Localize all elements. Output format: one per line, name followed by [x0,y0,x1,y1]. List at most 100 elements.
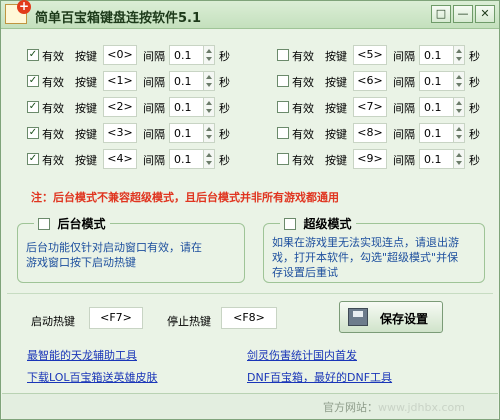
right-enabled-checkbox[interactable] [277,127,289,139]
background-mode-checkbox[interactable] [38,218,50,230]
interval-value: 0.1 [424,49,442,62]
left-interval-spinner[interactable]: 0.1 [169,71,215,91]
arrow-down-icon[interactable] [206,57,212,61]
arrow-down-icon[interactable] [206,135,212,139]
right-interval-spinner[interactable]: 0.1 [419,45,465,65]
arrow-up-icon[interactable] [456,127,462,131]
right-interval-spinner[interactable]: 0.1 [419,123,465,143]
key-label: 按键 [75,154,97,167]
enabled-label: 有效 [292,154,314,167]
arrow-up-icon[interactable] [206,75,212,79]
interval-label: 间隔 [393,154,415,167]
arrow-down-icon[interactable] [206,109,212,113]
arrow-down-icon[interactable] [456,109,462,113]
right-enabled-checkbox[interactable] [277,153,289,165]
spinner-arrows-icon[interactable] [203,98,214,116]
arrow-up-icon[interactable] [206,127,212,131]
title-bar[interactable]: + 简单百宝箱键盘连按软件5.1 □ — ✕ [1,0,499,29]
spinner-arrows-icon[interactable] [203,124,214,142]
stop-hotkey-field[interactable]: <F8> [221,307,277,329]
key-label: 按键 [325,128,347,141]
left-interval-spinner[interactable]: 0.1 [169,97,215,117]
start-hotkey-label: 启动热键 [31,315,75,328]
arrow-down-icon[interactable] [456,161,462,165]
close-button[interactable]: ✕ [475,5,495,23]
interval-label: 间隔 [143,154,165,167]
spinner-arrows-icon[interactable] [203,72,214,90]
stop-hotkey-label: 停止热键 [167,315,211,328]
interval-label: 间隔 [393,76,415,89]
right-key-field[interactable]: <7> [353,97,387,117]
arrow-down-icon[interactable] [206,161,212,165]
interval-value: 0.1 [424,153,442,166]
restore-button[interactable]: □ [431,5,451,23]
left-row: ✓ 有效 按键 <1> 间隔 0.1 秒 [27,71,237,91]
spinner-arrows-icon[interactable] [453,124,464,142]
arrow-up-icon[interactable] [456,101,462,105]
save-settings-button[interactable]: 保存设置 [339,301,443,333]
left-enabled-checkbox[interactable]: ✓ [27,101,39,113]
enabled-label: 有效 [42,76,64,89]
seconds-label: 秒 [469,76,480,89]
spinner-arrows-icon[interactable] [453,46,464,64]
right-key-field[interactable]: <9> [353,149,387,169]
left-key-field[interactable]: <1> [103,71,137,91]
left-interval-spinner[interactable]: 0.1 [169,149,215,169]
link-lol-box[interactable]: 下载LOL百宝箱送英雄皮肤 [27,369,158,385]
spinner-arrows-icon[interactable] [203,150,214,168]
arrow-down-icon[interactable] [206,83,212,87]
spinner-arrows-icon[interactable] [453,150,464,168]
seconds-label: 秒 [469,154,480,167]
left-row: ✓ 有效 按键 <2> 间隔 0.1 秒 [27,97,237,117]
arrow-down-icon[interactable] [456,57,462,61]
right-interval-spinner[interactable]: 0.1 [419,149,465,169]
left-key-field[interactable]: <4> [103,149,137,169]
right-interval-spinner[interactable]: 0.1 [419,97,465,117]
left-enabled-checkbox[interactable]: ✓ [27,127,39,139]
left-enabled-checkbox[interactable]: ✓ [27,153,39,165]
arrow-up-icon[interactable] [456,153,462,157]
arrow-up-icon[interactable] [206,49,212,53]
minimize-button[interactable]: — [453,5,473,23]
interval-value: 0.1 [424,75,442,88]
link-tianlong-tool[interactable]: 最智能的天龙辅助工具 [27,347,137,363]
enabled-label: 有效 [292,128,314,141]
spinner-arrows-icon[interactable] [203,46,214,64]
arrow-up-icon[interactable] [456,75,462,79]
arrow-up-icon[interactable] [456,49,462,53]
enabled-label: 有效 [42,128,64,141]
spinner-arrows-icon[interactable] [453,98,464,116]
right-key-field[interactable]: <6> [353,71,387,91]
start-hotkey-field[interactable]: <F7> [89,307,143,329]
arrow-down-icon[interactable] [456,135,462,139]
link-dnf-box[interactable]: DNF百宝箱，最好的DNF工具 [247,369,392,385]
key-label: 按键 [325,102,347,115]
seconds-label: 秒 [469,50,480,63]
left-interval-spinner[interactable]: 0.1 [169,45,215,65]
left-key-field[interactable]: <2> [103,97,137,117]
super-mode-checkbox[interactable] [284,218,296,230]
enabled-label: 有效 [42,102,64,115]
spinner-arrows-icon[interactable] [453,72,464,90]
arrow-up-icon[interactable] [206,153,212,157]
right-key-field[interactable]: <5> [353,45,387,65]
right-enabled-checkbox[interactable] [277,101,289,113]
left-row: ✓ 有效 按键 <3> 间隔 0.1 秒 [27,123,237,143]
interval-label: 间隔 [143,128,165,141]
right-enabled-checkbox[interactable] [277,49,289,61]
link-jianling-stats[interactable]: 剑灵伤害统计国内首发 [247,347,357,363]
left-enabled-checkbox[interactable]: ✓ [27,75,39,87]
left-interval-spinner[interactable]: 0.1 [169,123,215,143]
interval-value: 0.1 [174,49,192,62]
right-interval-spinner[interactable]: 0.1 [419,71,465,91]
super-desc-line: 如果在游戏里无法实现连点，请退出游 [272,236,459,249]
arrow-down-icon[interactable] [456,83,462,87]
arrow-up-icon[interactable] [206,101,212,105]
right-row: 有效 按键 <8> 间隔 0.1 秒 [277,123,487,143]
left-enabled-checkbox[interactable]: ✓ [27,49,39,61]
left-key-field[interactable]: <0> [103,45,137,65]
right-enabled-checkbox[interactable] [277,75,289,87]
plus-icon: + [17,0,31,14]
left-key-field[interactable]: <3> [103,123,137,143]
right-key-field[interactable]: <8> [353,123,387,143]
